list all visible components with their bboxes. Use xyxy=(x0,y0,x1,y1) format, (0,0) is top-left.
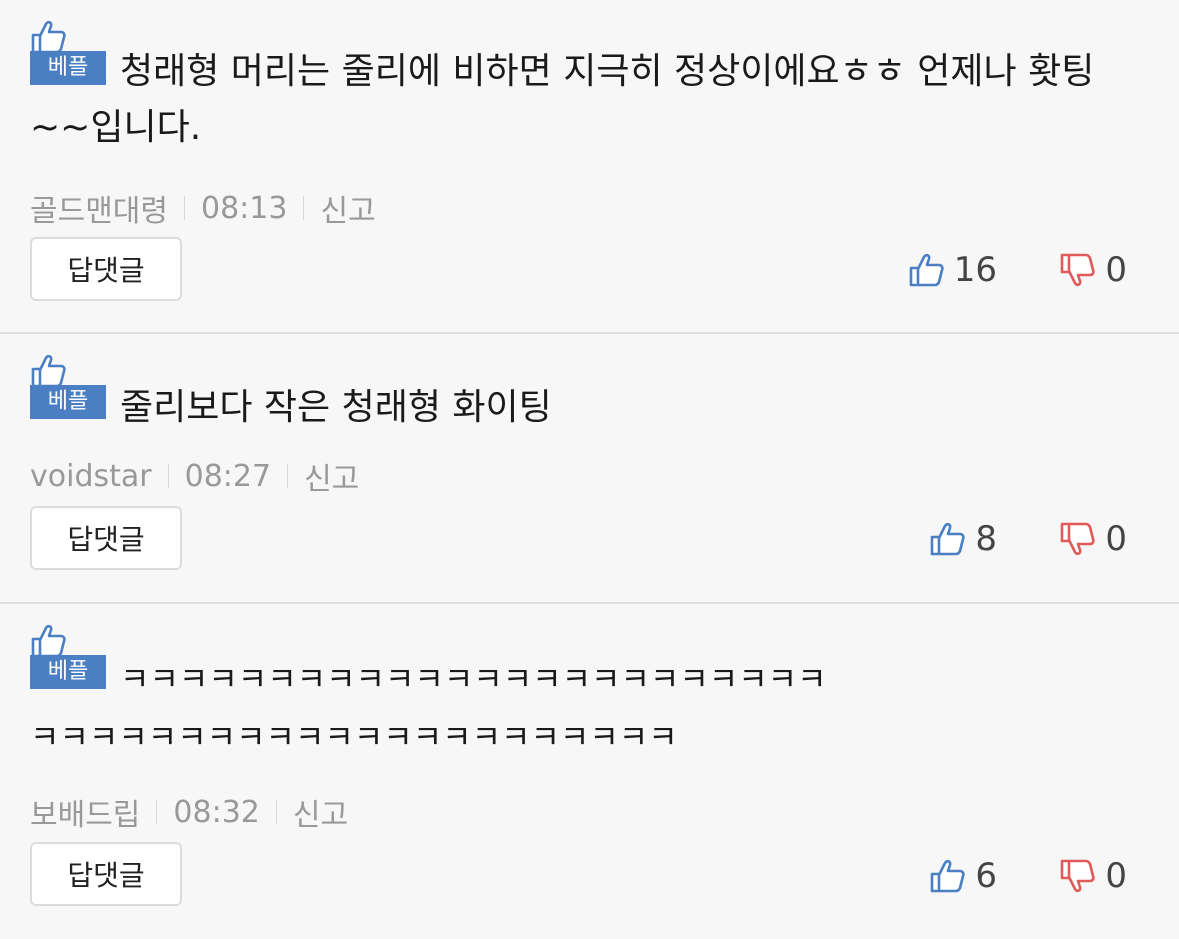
like-button[interactable]: 16 xyxy=(908,250,997,290)
meta-divider xyxy=(156,800,158,824)
author-name[interactable]: 골드맨대령 xyxy=(30,186,168,230)
report-link[interactable]: 신고 xyxy=(304,454,359,498)
thumbs-up-icon xyxy=(931,859,966,893)
comment-item: 베플 청래형 머리는 줄리에 비하면 지극히 정상이에요ㅎㅎ 언제나 홧팅~~입… xyxy=(0,0,1179,334)
thumbs-up-icon xyxy=(931,522,966,556)
meta-divider xyxy=(184,196,185,220)
meta-divider xyxy=(303,196,305,220)
dislike-button[interactable]: 0 xyxy=(1059,856,1127,896)
comment-text: ㅋㅋㅋㅋㅋㅋㅋㅋㅋㅋㅋㅋㅋㅋㅋㅋㅋㅋㅋㅋㅋㅋㅋㅋ ㅋㅋㅋㅋㅋㅋㅋㅋㅋㅋㅋㅋㅋㅋㅋ… xyxy=(30,660,827,756)
meta-divider xyxy=(287,464,289,488)
reply-button[interactable]: 답댓글 xyxy=(30,506,182,570)
meta-divider xyxy=(167,464,169,488)
reply-button[interactable]: 답댓글 xyxy=(30,237,182,301)
dislike-count: 0 xyxy=(1105,856,1127,896)
timestamp: 08:13 xyxy=(201,190,288,226)
like-count: 8 xyxy=(975,519,997,559)
report-link[interactable]: 신고 xyxy=(293,790,348,834)
meta-divider xyxy=(275,800,277,824)
thumbs-up-icon xyxy=(909,253,944,287)
author-name[interactable]: 보배드립 xyxy=(30,790,140,834)
thumbs-down-icon xyxy=(1061,859,1096,893)
comment-text: 청래형 머리는 줄리에 비하면 지극히 정상이에요ㅎㅎ 언제나 홧팅~~입니다. xyxy=(30,51,1095,148)
report-link[interactable]: 신고 xyxy=(320,186,375,230)
like-count: 16 xyxy=(953,250,997,290)
timestamp: 08:27 xyxy=(184,458,272,494)
timestamp: 08:32 xyxy=(173,794,260,830)
comment-item: 베플 줄리보다 작은 청래형 화이팅 voidstar 08:27 신고 답댓글… xyxy=(0,334,1179,604)
like-button[interactable]: 6 xyxy=(929,856,997,896)
comment-meta: 보배드립 08:32 신고 xyxy=(30,790,348,834)
comment-meta: 골드맨대령 08:13 신고 xyxy=(30,186,376,230)
dislike-button[interactable]: 0 xyxy=(1059,519,1127,559)
comment-item: 베플 ㅋㅋㅋㅋㅋㅋㅋㅋㅋㅋㅋㅋㅋㅋㅋㅋㅋㅋㅋㅋㅋㅋㅋㅋ ㅋㅋㅋㅋㅋㅋㅋㅋㅋㅋㅋㅋ… xyxy=(0,604,1179,939)
reply-button[interactable]: 답댓글 xyxy=(30,842,182,906)
thumbs-down-icon xyxy=(1061,253,1096,287)
author-name[interactable]: voidstar xyxy=(30,459,152,494)
thumbs-down-icon xyxy=(1061,522,1096,556)
dislike-button[interactable]: 0 xyxy=(1059,250,1127,290)
comment-text: 줄리보다 작은 청래형 화이팅 xyxy=(120,387,552,428)
dislike-count: 0 xyxy=(1105,519,1127,559)
like-button[interactable]: 8 xyxy=(929,519,997,559)
like-count: 6 xyxy=(975,856,997,896)
dislike-count: 0 xyxy=(1105,250,1127,290)
comment-meta: voidstar 08:27 신고 xyxy=(30,454,359,498)
